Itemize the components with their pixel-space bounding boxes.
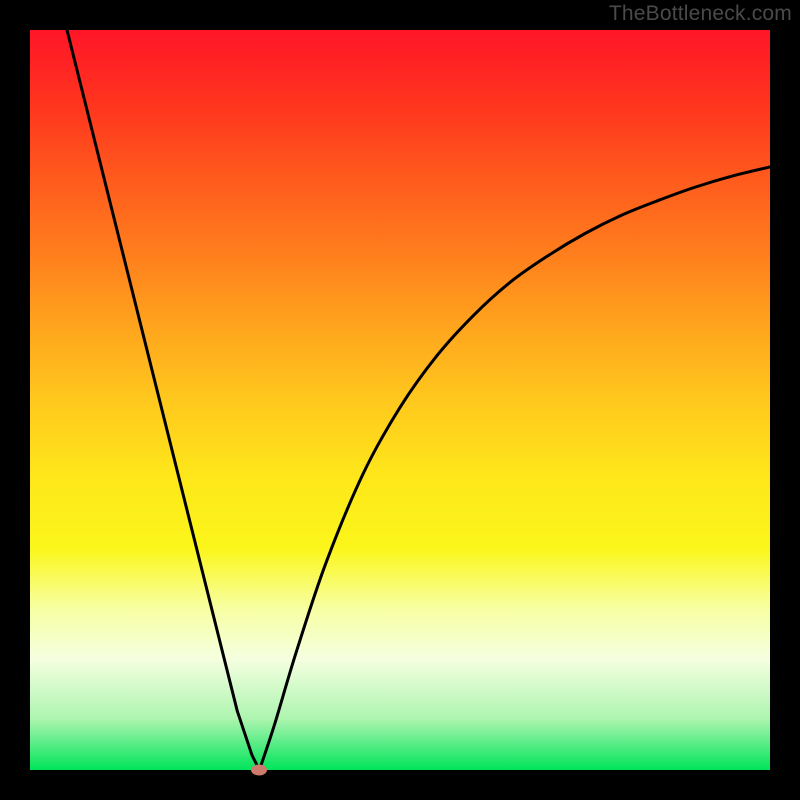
- minimum-marker: [251, 765, 267, 776]
- curve-svg: [30, 30, 770, 770]
- chart-frame: TheBottleneck.com: [0, 0, 800, 800]
- watermark-text: TheBottleneck.com: [609, 2, 792, 26]
- curve-path: [67, 30, 770, 770]
- plot-area: [30, 30, 770, 770]
